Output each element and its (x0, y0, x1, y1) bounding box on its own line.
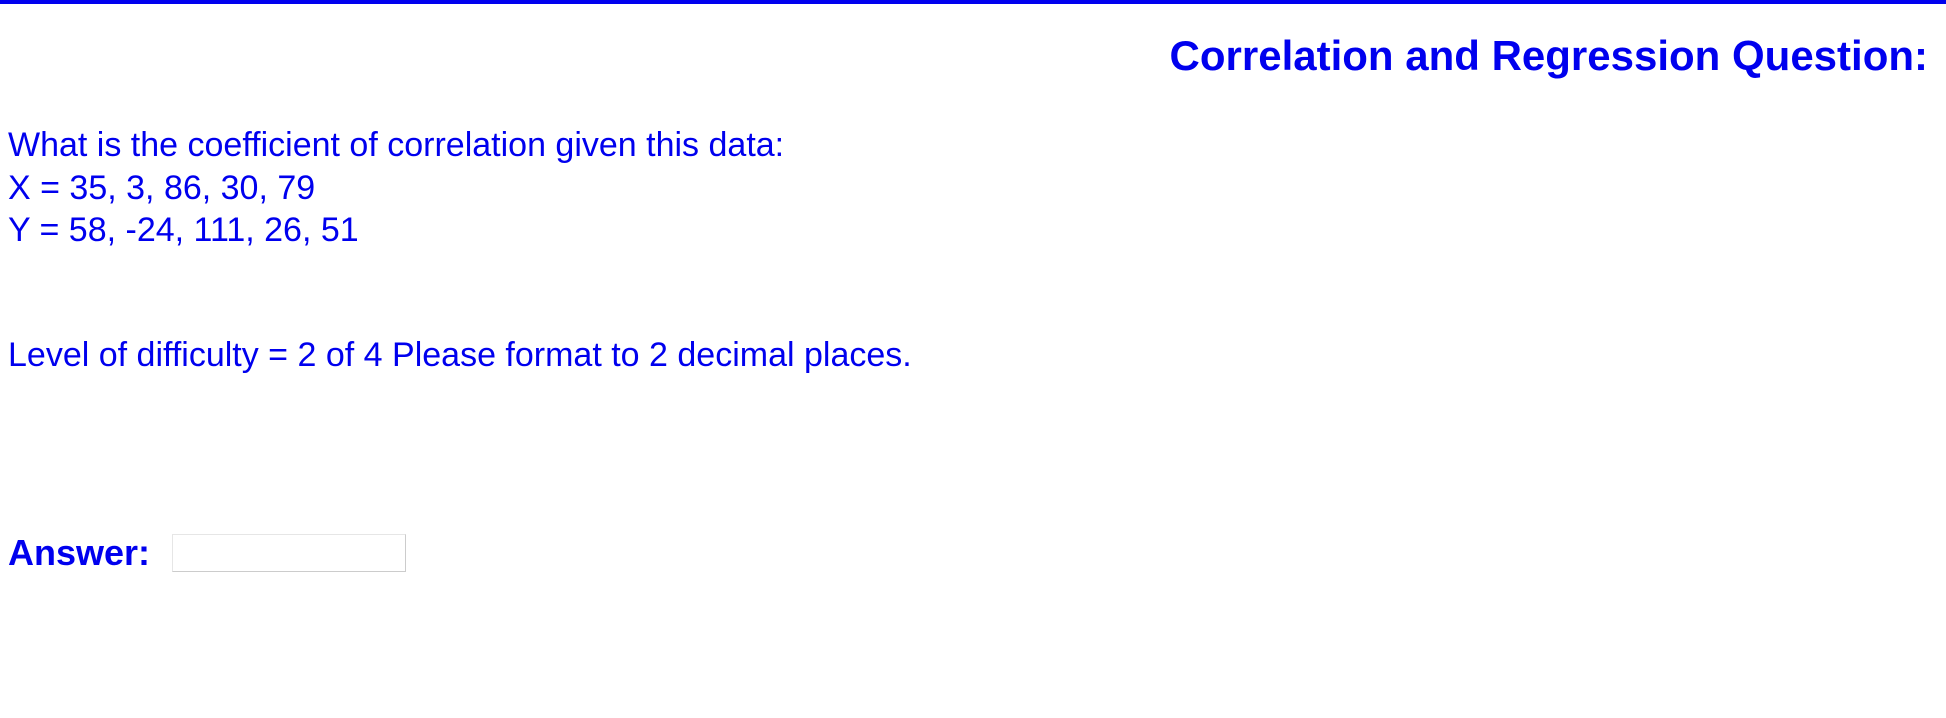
data-y-line: Y = 58, -24, 111, 26, 51 (8, 209, 784, 252)
question-block: What is the coefficient of correlation g… (8, 124, 784, 252)
answer-label: Answer: (8, 532, 150, 574)
difficulty-line: Level of difficulty = 2 of 4 (8, 336, 383, 374)
format-line: Please format to 2 decimal places. (392, 336, 912, 374)
data-x-line: X = 35, 3, 86, 30, 79 (8, 167, 784, 210)
page-title: Correlation and Regression Question: (1170, 32, 1928, 80)
answer-input[interactable] (172, 534, 406, 572)
question-prompt: What is the coefficient of correlation g… (8, 124, 784, 167)
page-root: Correlation and Regression Question: Wha… (0, 0, 1946, 718)
meta-block: Level of difficulty = 2 of 4 Please form… (8, 334, 912, 377)
answer-row: Answer: (8, 532, 406, 574)
